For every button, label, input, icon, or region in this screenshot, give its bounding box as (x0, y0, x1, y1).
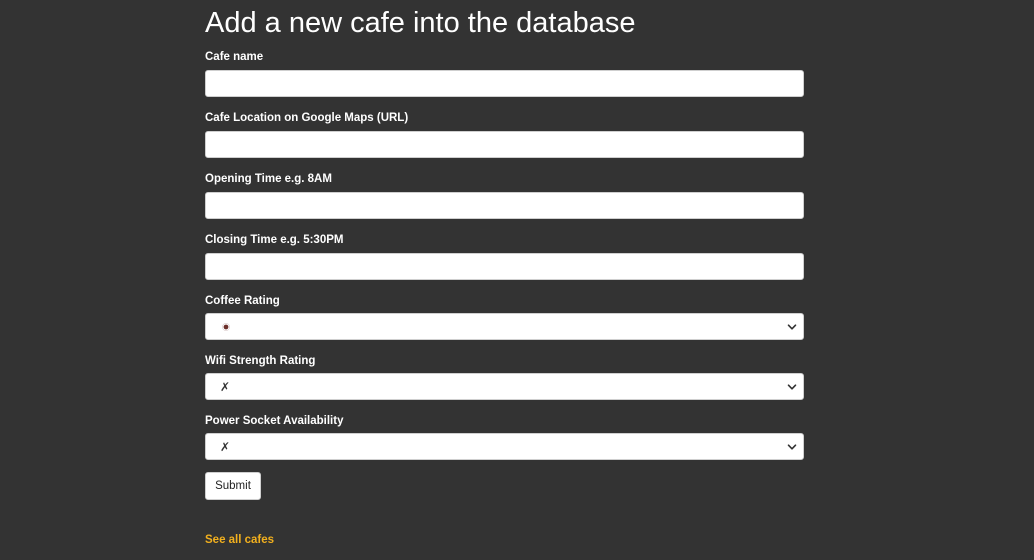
wifi-rating-select[interactable]: ✗ (205, 373, 804, 400)
location-input[interactable] (205, 131, 804, 158)
location-field: Cafe Location on Google Maps (URL) (205, 111, 804, 158)
cafe-name-input[interactable] (205, 70, 804, 97)
coffee-rating-select[interactable] (205, 313, 804, 340)
cafe-name-field: Cafe name (205, 50, 804, 97)
power-socket-label: Power Socket Availability (205, 415, 344, 427)
power-socket-field: Power Socket Availability ✗ (205, 414, 804, 460)
page-title: Add a new cafe into the database (205, 7, 636, 39)
opening-time-field: Opening Time e.g. 8AM (205, 172, 804, 219)
cafe-name-label: Cafe name (205, 51, 264, 63)
closing-time-field: Closing Time e.g. 5:30PM (205, 233, 804, 280)
coffee-rating-field: Coffee Rating (205, 294, 804, 340)
wifi-rating-value: ✗ (220, 380, 231, 394)
closing-time-input[interactable] (205, 253, 804, 280)
chevron-down-icon (787, 384, 797, 390)
submit-button[interactable]: Submit (205, 472, 261, 500)
wifi-rating-field: Wifi Strength Rating ✗ (205, 354, 804, 400)
chevron-down-icon (787, 324, 797, 330)
see-all-cafes-link[interactable]: See all cafes (205, 534, 274, 546)
add-cafe-container: Add a new cafe into the database Cafe na… (205, 0, 804, 548)
power-socket-value: ✗ (220, 440, 231, 454)
wifi-rating-label: Wifi Strength Rating (205, 355, 316, 367)
opening-time-label: Opening Time e.g. 8AM (205, 173, 332, 185)
chevron-down-icon (787, 444, 797, 450)
power-socket-select[interactable]: ✗ (205, 433, 804, 460)
coffee-rating-label: Coffee Rating (205, 295, 280, 307)
closing-time-label: Closing Time e.g. 5:30PM (205, 234, 344, 246)
location-label: Cafe Location on Google Maps (URL) (205, 112, 409, 124)
coffee-cup-icon (222, 323, 230, 331)
opening-time-input[interactable] (205, 192, 804, 219)
